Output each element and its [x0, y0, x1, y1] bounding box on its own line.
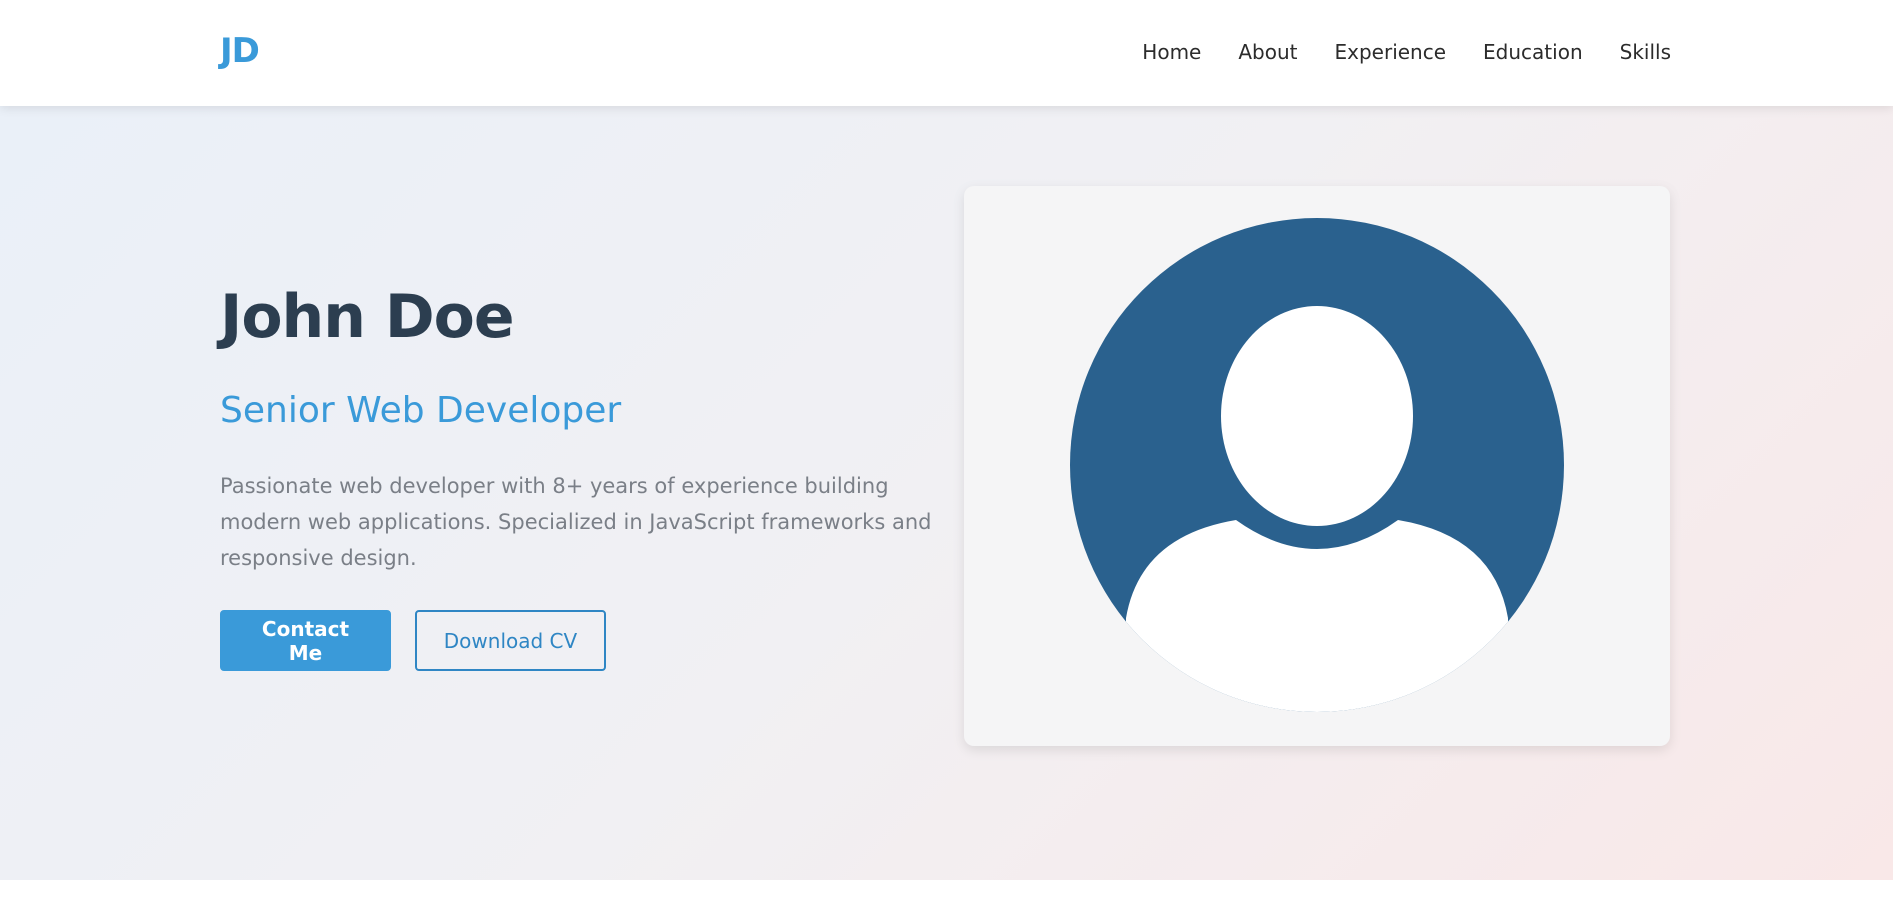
- navbar: JD Home About Experience Education Skill…: [0, 0, 1893, 106]
- nav-link-experience[interactable]: Experience: [1335, 40, 1447, 64]
- avatar-head: [1221, 306, 1413, 526]
- download-cv-button[interactable]: Download CV: [415, 610, 606, 671]
- logo[interactable]: JD: [220, 31, 260, 71]
- profile-card: [964, 186, 1670, 746]
- page-bottom: [0, 880, 1893, 907]
- hero-section: John Doe Senior Web Developer Passionate…: [0, 106, 1893, 880]
- nav-link-about[interactable]: About: [1238, 40, 1297, 64]
- hero-description: Passionate web developer with 8+ years o…: [220, 474, 932, 570]
- contact-me-button[interactable]: Contact Me: [220, 610, 391, 671]
- nav-link-home[interactable]: Home: [1142, 40, 1201, 64]
- nav-link-skills[interactable]: Skills: [1620, 40, 1671, 64]
- hero-name: John Doe: [220, 282, 515, 352]
- hero-buttons: Contact Me Download CV: [220, 610, 606, 671]
- hero-title: Senior Web Developer: [220, 390, 622, 431]
- user-silhouette-icon: [1070, 218, 1564, 712]
- nav-links: Home About Experience Education Skills: [1142, 40, 1671, 64]
- nav-link-education[interactable]: Education: [1483, 40, 1583, 64]
